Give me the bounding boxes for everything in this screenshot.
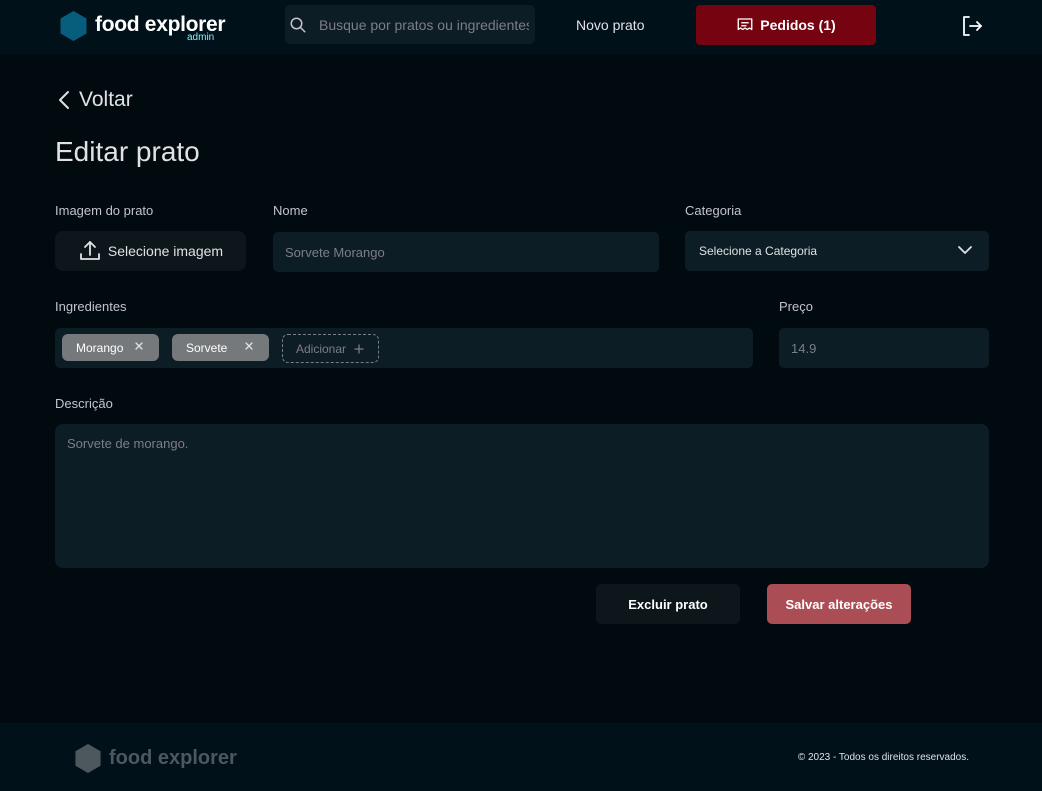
category-select[interactable]: Selecione a Categoria — [685, 231, 989, 271]
name-field[interactable]: Sorvete Morango — [273, 232, 659, 272]
description-value: Sorvete de morango. — [67, 436, 189, 451]
search-bar[interactable] — [285, 5, 535, 44]
description-label: Descrição — [55, 396, 113, 411]
logo[interactable]: food explorer admin — [60, 9, 226, 43]
app-header: food explorer admin Novo prato Pedidos (… — [0, 0, 1042, 54]
description-textarea[interactable]: Sorvete de morango. — [55, 424, 989, 568]
upload-icon — [80, 241, 100, 260]
plus-icon[interactable] — [354, 344, 364, 354]
page-title: Editar prato — [55, 136, 200, 167]
select-image-label: Selecione imagem — [107, 243, 224, 259]
image-label: Imagem do prato — [55, 203, 154, 218]
back-label: Voltar — [79, 88, 133, 111]
name-label: Nome — [273, 203, 308, 218]
chevron-down-icon — [958, 246, 972, 254]
ingredients-field: Morango Sorvete Adicionar — [55, 328, 753, 368]
category-label: Categoria — [685, 203, 742, 218]
select-image-button[interactable]: Selecione imagem — [55, 231, 246, 271]
add-ingredient-input[interactable]: Adicionar — [282, 334, 379, 363]
add-ingredient-label: Adicionar — [296, 341, 347, 356]
ingredient-tag: Sorvete — [172, 334, 269, 361]
app-footer: food explorer © 2023 - Todos os direitos… — [0, 723, 1042, 791]
admin-badge: admin — [187, 32, 215, 43]
orders-button[interactable]: Pedidos (1) — [696, 5, 876, 45]
copyright-text: © 2023 - Todos os direitos reservados. — [797, 752, 969, 763]
search-icon — [290, 17, 306, 33]
save-changes-button[interactable]: Salvar alterações — [767, 584, 911, 624]
sign-out-icon[interactable] — [960, 14, 984, 38]
ingredients-label: Ingredientes — [55, 299, 127, 314]
footer-logo-text: food explorer — [109, 747, 237, 769]
receipt-icon — [737, 18, 753, 31]
ingredient-tag-label: Morango — [76, 340, 124, 355]
hexagon-logo-icon — [75, 744, 101, 773]
chevron-left-icon — [59, 91, 69, 109]
price-field[interactable]: 14.9 — [779, 328, 989, 368]
back-link[interactable]: Voltar — [55, 88, 133, 112]
orders-button-label: Pedidos (1) — [760, 17, 836, 33]
new-dish-link[interactable]: Novo prato — [576, 17, 644, 33]
footer-logo: food explorer — [75, 744, 237, 773]
price-label: Preço — [779, 299, 813, 314]
delete-dish-button[interactable]: Excluir prato — [596, 584, 740, 624]
ingredient-tag: Morango — [62, 334, 159, 361]
close-icon[interactable] — [134, 341, 144, 351]
search-input[interactable] — [319, 5, 529, 44]
name-value: Sorvete Morango — [285, 244, 385, 260]
category-value: Selecione a Categoria — [699, 244, 818, 258]
ingredient-tag-label: Sorvete — [186, 340, 228, 355]
close-icon[interactable] — [244, 341, 254, 351]
hexagon-logo-icon — [60, 11, 87, 41]
price-value: 14.9 — [791, 340, 817, 356]
